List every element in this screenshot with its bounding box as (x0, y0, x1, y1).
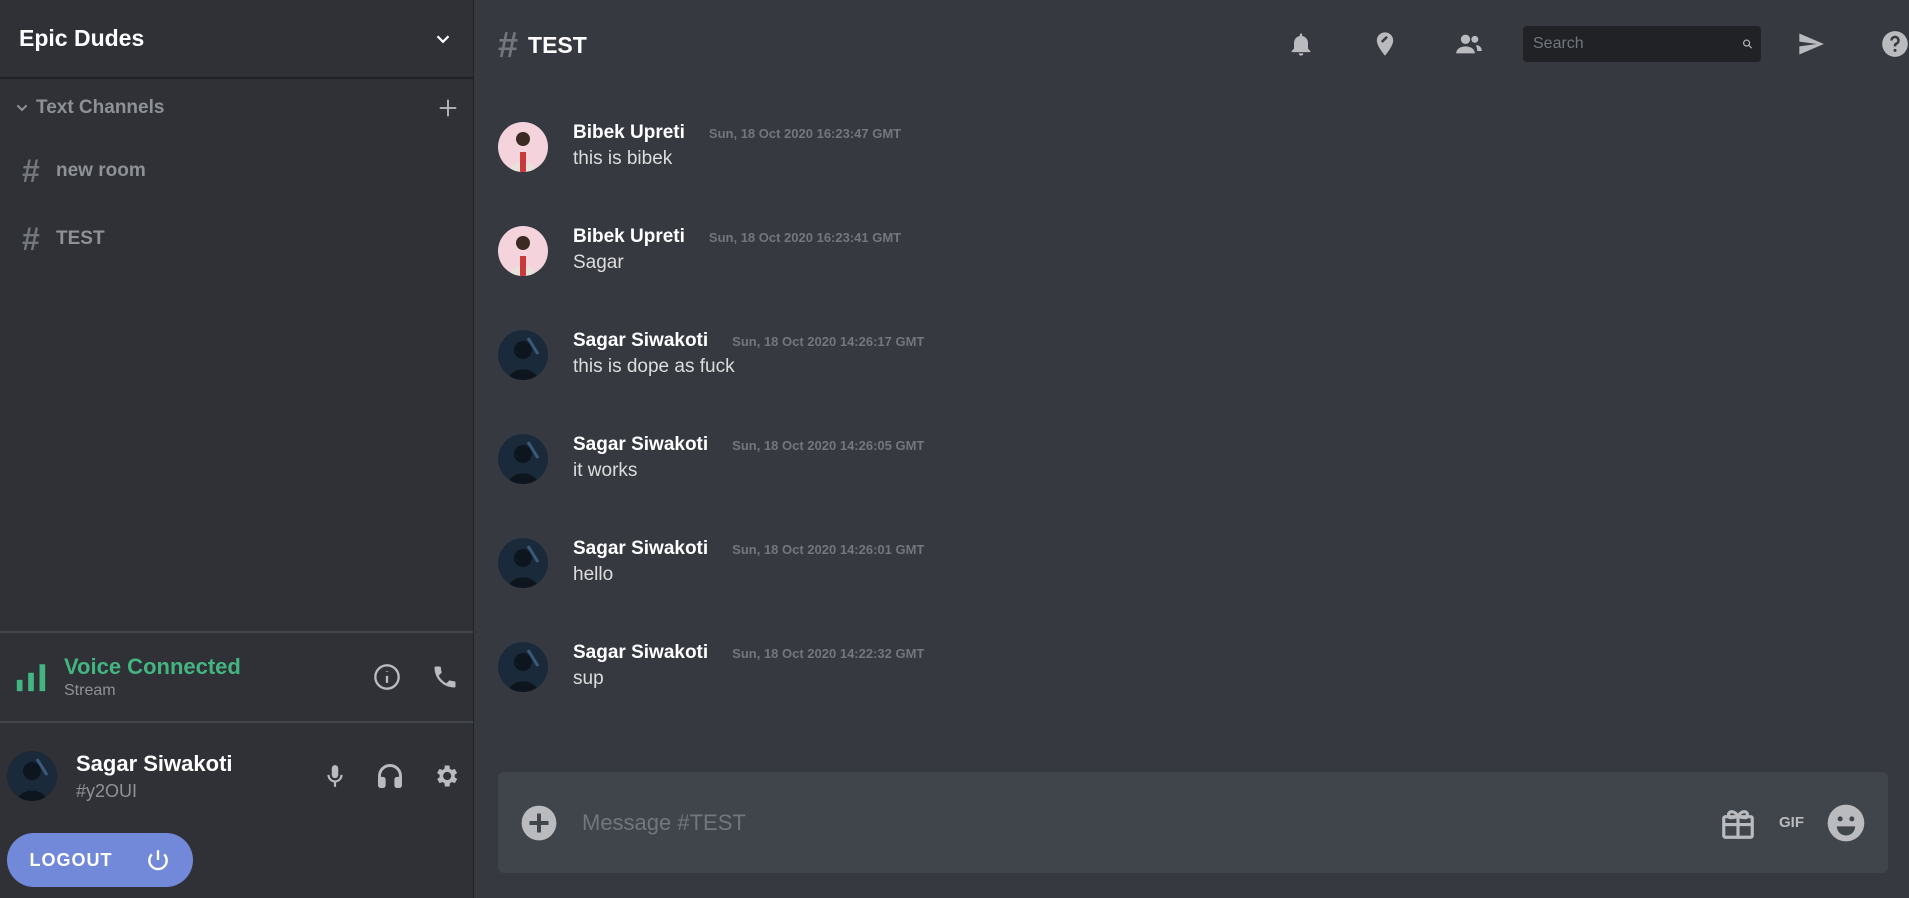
channel-test[interactable]: # TEST (0, 205, 473, 273)
channel-title: TEST (528, 31, 587, 58)
message-item: Sagar Siwakoti Sun, 18 Oct 2020 14:26:01… (498, 538, 924, 588)
help-icon[interactable] (1881, 30, 1909, 58)
voice-channel-name: Stream (64, 682, 116, 699)
message-text: it works (573, 460, 638, 481)
avatar[interactable] (498, 122, 548, 172)
hash-icon: # (22, 220, 40, 257)
message-item: Bibek Upreti Sun, 18 Oct 2020 16:23:47 G… (498, 122, 901, 172)
message-author[interactable]: Bibek Upreti (573, 122, 685, 144)
search-input[interactable] (1531, 34, 1742, 54)
voice-panel: Voice Connected Stream (0, 631, 473, 723)
channel-name: new room (56, 160, 146, 181)
message-item: Sagar Siwakoti Sun, 18 Oct 2020 14:26:17… (498, 330, 924, 380)
chevron-down-icon[interactable] (432, 28, 454, 50)
headphones-icon[interactable] (376, 762, 404, 790)
server-name: Epic Dudes (19, 25, 145, 51)
message-author[interactable]: Bibek Upreti (573, 226, 685, 248)
hash-icon: # (22, 152, 40, 189)
avatar[interactable] (498, 330, 548, 380)
power-icon (147, 850, 168, 871)
user-tag: #y2OUI (76, 780, 138, 801)
logout-button[interactable]: LOGOUT (7, 833, 193, 887)
message-timestamp: Sun, 18 Oct 2020 14:22:32 GMT (732, 646, 925, 661)
search-bar[interactable] (1523, 26, 1761, 62)
bell-icon[interactable] (1287, 30, 1315, 58)
channel-header: # TEST (474, 0, 1909, 90)
avatar[interactable] (498, 434, 548, 484)
message-author[interactable]: Sagar Siwakoti (573, 330, 708, 352)
microphone-icon[interactable] (322, 763, 348, 789)
voice-status-title: Voice Connected (64, 654, 241, 679)
add-channel-icon[interactable] (437, 97, 459, 119)
message-timestamp: Sun, 18 Oct 2020 16:23:41 GMT (708, 230, 902, 245)
chevron-down-icon (16, 104, 28, 112)
server-header[interactable]: Epic Dudes (0, 0, 473, 79)
hash-icon: # (498, 24, 519, 65)
message-composer: GIF (498, 772, 1888, 873)
message-timestamp: Sun, 18 Oct 2020 16:23:47 GMT (708, 126, 902, 141)
message-text: this is dope as fuck (573, 356, 735, 377)
avatar[interactable] (498, 642, 548, 692)
message-timestamp: Sun, 18 Oct 2020 14:26:05 GMT (732, 438, 925, 453)
channel-name: TEST (56, 228, 105, 249)
members-icon[interactable] (1455, 30, 1483, 58)
main-area: # TEST Bibek Upreti Sun, 18 Oct 2020 16:… (474, 0, 1909, 898)
phone-icon[interactable] (431, 663, 459, 691)
logout-label: LOGOUT (29, 849, 113, 870)
message-text: sup (573, 668, 604, 689)
message-timestamp: Sun, 18 Oct 2020 14:26:01 GMT (732, 542, 925, 557)
message-author[interactable]: Sagar Siwakoti (573, 538, 708, 560)
gif-button[interactable]: GIF (1779, 814, 1804, 831)
gear-icon[interactable] (432, 762, 460, 790)
message-author[interactable]: Sagar Siwakoti (573, 434, 708, 456)
emoji-icon[interactable] (1826, 803, 1866, 843)
message-text: hello (573, 564, 614, 585)
avatar[interactable] (7, 751, 57, 801)
message-author[interactable]: Sagar Siwakoti (573, 642, 708, 664)
message-text: Sagar (573, 252, 624, 273)
message-item: Sagar Siwakoti Sun, 18 Oct 2020 14:22:32… (498, 642, 924, 692)
gift-icon[interactable] (1719, 804, 1757, 842)
user-panel: Sagar Siwakoti #y2OUI (0, 736, 473, 816)
send-icon[interactable] (1797, 30, 1825, 58)
avatar[interactable] (498, 538, 548, 588)
search-icon[interactable] (1742, 32, 1753, 56)
message-timestamp: Sun, 18 Oct 2020 14:26:17 GMT (732, 334, 925, 349)
add-attachment-icon[interactable] (520, 804, 558, 842)
username: Sagar Siwakoti (76, 750, 233, 776)
category-label: Text Channels (36, 97, 165, 118)
info-icon[interactable] (373, 663, 401, 691)
category-text-channels[interactable]: Text Channels (0, 79, 473, 137)
message-item: Bibek Upreti Sun, 18 Oct 2020 16:23:41 G… (498, 226, 901, 276)
message-item: Sagar Siwakoti Sun, 18 Oct 2020 14:26:05… (498, 434, 924, 484)
pin-icon[interactable] (1371, 30, 1399, 58)
channel-new-room[interactable]: # new room (0, 137, 473, 205)
message-text: this is bibek (573, 148, 673, 169)
message-input[interactable] (580, 808, 1719, 837)
avatar[interactable] (498, 226, 548, 276)
sidebar: Epic Dudes Text Channels # new room # TE… (0, 0, 474, 898)
signal-icon (16, 664, 46, 692)
